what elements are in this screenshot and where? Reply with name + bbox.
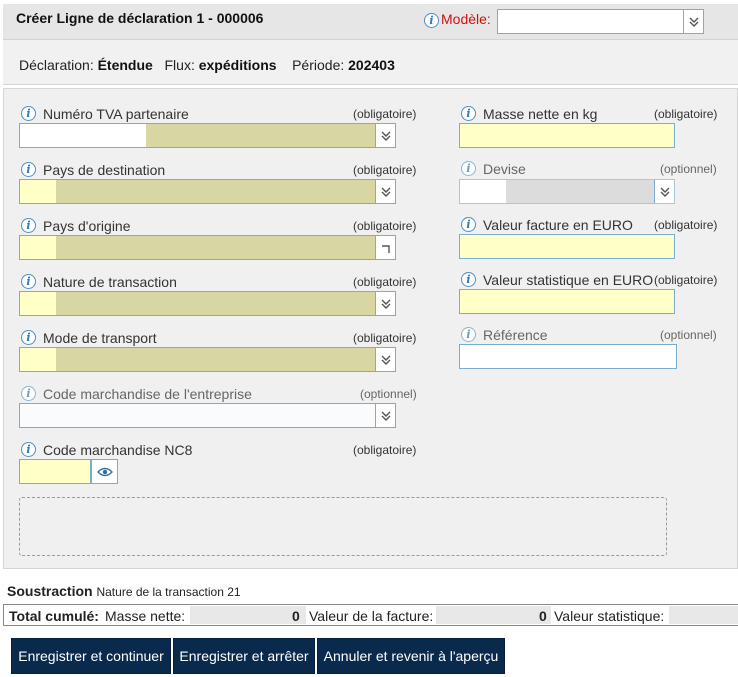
reference-input[interactable] — [459, 344, 677, 369]
statistical-value-input[interactable] — [459, 289, 675, 314]
statistique-label: Valeur statistique: — [554, 608, 665, 624]
transaction-nature-combo[interactable] — [19, 291, 396, 316]
chevron-double-down-icon[interactable] — [375, 124, 395, 147]
origin-country-label: Pays d'origine — [43, 218, 131, 234]
info-icon[interactable]: i — [21, 106, 36, 121]
currency-status: (optionnel) — [660, 162, 717, 176]
info-icon[interactable]: i — [21, 218, 36, 233]
origin-country-status: (obligatoire) — [353, 219, 417, 233]
info-icon[interactable]: i — [424, 13, 439, 28]
invoice-value-label: Valeur facture en EURO — [483, 217, 633, 233]
nc8-code-label: Code marchandise NC8 — [43, 442, 193, 458]
reference-status: (optionnel) — [660, 328, 717, 342]
nc8-code-status: (obligatoire) — [353, 443, 417, 457]
company-goods-code-label: Code marchandise de l'entreprise — [43, 386, 252, 402]
origin-country-combo[interactable] — [19, 235, 396, 260]
info-icon[interactable]: i — [461, 272, 476, 287]
invoice-value-input[interactable] — [459, 234, 675, 259]
origin-country-fill — [56, 236, 375, 259]
transport-mode-label: Mode de transport — [43, 330, 157, 346]
modele-select[interactable] — [497, 9, 704, 34]
chevron-double-down-icon[interactable] — [654, 180, 674, 203]
destination-country-status: (obligatoire) — [353, 163, 417, 177]
vat-number-fill — [146, 124, 375, 147]
chevron-double-down-icon[interactable] — [375, 348, 395, 371]
info-icon[interactable]: i — [21, 274, 36, 289]
transaction-nature-status: (obligatoire) — [353, 275, 417, 289]
currency-label: Devise — [483, 161, 526, 177]
dialog-title: Créer Ligne de déclaration 1 - 000006 — [16, 10, 264, 26]
message-area — [19, 497, 667, 556]
eye-icon[interactable] — [91, 459, 118, 484]
facture-label: Valeur de la facture: — [309, 608, 434, 624]
periode-label: Période: — [292, 57, 345, 73]
declaration-summary: Déclaration: Étendue Flux: expéditions P… — [19, 57, 395, 73]
transaction-nature-label: Nature de transaction — [43, 274, 177, 290]
transaction-nature-fill — [56, 292, 375, 315]
statistical-value-label: Valeur statistique en EURO — [483, 272, 654, 288]
masse-label: Masse nette: — [105, 608, 186, 624]
flux-label: Flux: — [164, 57, 195, 73]
save-continue-button[interactable]: Enregistrer et continuer — [11, 638, 171, 674]
company-goods-code-combo[interactable] — [19, 403, 396, 428]
total-label: Total cumulé: — [9, 608, 99, 624]
facture-field — [436, 606, 551, 624]
statistical-value-status: (obligatoire) — [654, 273, 718, 287]
declaration-label: Déclaration: — [19, 57, 94, 73]
save-stop-button[interactable]: Enregistrer et arrêter — [173, 638, 315, 674]
info-icon[interactable]: i — [461, 106, 476, 121]
vat-number-combo[interactable] — [19, 123, 396, 148]
destination-country-fill — [56, 180, 375, 203]
soustraction-note: Soustraction Nature de la transaction 21 — [7, 583, 241, 599]
statistique-field — [669, 606, 738, 624]
totals-bar: Total cumulé: Masse nette: 0 Valeur de l… — [3, 604, 738, 626]
chevron-double-down-icon[interactable] — [375, 180, 395, 203]
soustraction-text: Nature de la transaction 21 — [96, 585, 241, 599]
info-icon[interactable]: i — [21, 442, 36, 457]
transport-mode-combo[interactable] — [19, 347, 396, 372]
info-icon[interactable]: i — [461, 327, 476, 342]
nc8-code-input[interactable] — [19, 459, 91, 484]
info-icon[interactable]: i — [461, 217, 476, 232]
transport-mode-fill — [56, 348, 375, 371]
currency-fill — [506, 180, 654, 203]
masse-field — [190, 606, 306, 624]
masse-value: 0 — [292, 608, 300, 624]
net-mass-status: (obligatoire) — [654, 107, 718, 121]
currency-combo[interactable] — [459, 179, 675, 204]
info-icon[interactable]: i — [21, 386, 36, 401]
info-icon[interactable]: i — [21, 162, 36, 177]
chevron-double-down-icon[interactable] — [375, 404, 395, 427]
vat-number-status: (obligatoire) — [353, 107, 417, 121]
periode-value: 202403 — [348, 57, 395, 73]
destination-country-label: Pays de destination — [43, 162, 166, 178]
info-icon[interactable]: i — [21, 330, 36, 345]
company-goods-code-status: (optionnel) — [360, 387, 417, 401]
info-icon[interactable]: i — [461, 161, 476, 176]
cancel-button[interactable]: Annuler et revenir à l'aperçu — [317, 638, 505, 674]
declaration-value: Étendue — [97, 57, 153, 73]
corner-arrow-icon[interactable] — [375, 236, 395, 259]
reference-label: Référence — [483, 327, 548, 343]
vat-number-label: Numéro TVA partenaire — [43, 106, 189, 122]
chevron-double-down-icon[interactable] — [683, 10, 703, 33]
net-mass-label: Masse nette en kg — [483, 106, 598, 122]
soustraction-label: Soustraction — [7, 583, 93, 599]
flux-value: expéditions — [198, 57, 277, 73]
modele-label: Modèle: — [441, 11, 491, 27]
chevron-double-down-icon[interactable] — [375, 292, 395, 315]
destination-country-combo[interactable] — [19, 179, 396, 204]
transport-mode-status: (obligatoire) — [353, 331, 417, 345]
net-mass-input[interactable] — [459, 123, 675, 148]
invoice-value-status: (obligatoire) — [654, 218, 718, 232]
facture-value: 0 — [539, 608, 547, 624]
